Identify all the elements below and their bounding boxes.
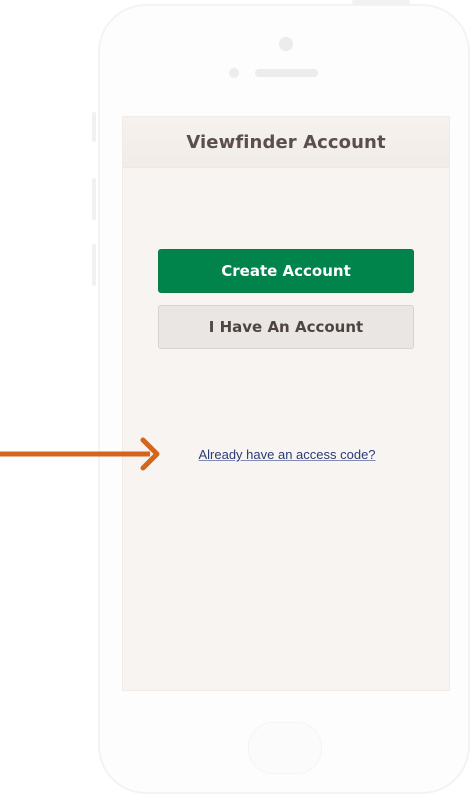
- create-account-button[interactable]: Create Account: [158, 249, 414, 293]
- navigation-bar: Viewfinder Account: [123, 117, 449, 168]
- have-account-button[interactable]: I Have An Account: [158, 305, 414, 349]
- page-title: Viewfinder Account: [186, 131, 386, 153]
- arrow-right-icon: [0, 437, 160, 471]
- volume-down-button: [92, 244, 96, 286]
- stage: Viewfinder Account Create Account I Have…: [0, 0, 475, 800]
- proximity-sensor: [229, 68, 239, 78]
- earpiece-speaker: [255, 69, 318, 77]
- home-button[interactable]: [248, 722, 322, 774]
- mute-switch: [92, 112, 96, 142]
- phone-screen: Viewfinder Account Create Account I Have…: [122, 116, 450, 691]
- front-camera: [279, 37, 293, 51]
- access-code-link[interactable]: Already have an access code?: [123, 447, 450, 462]
- volume-up-button: [92, 178, 96, 220]
